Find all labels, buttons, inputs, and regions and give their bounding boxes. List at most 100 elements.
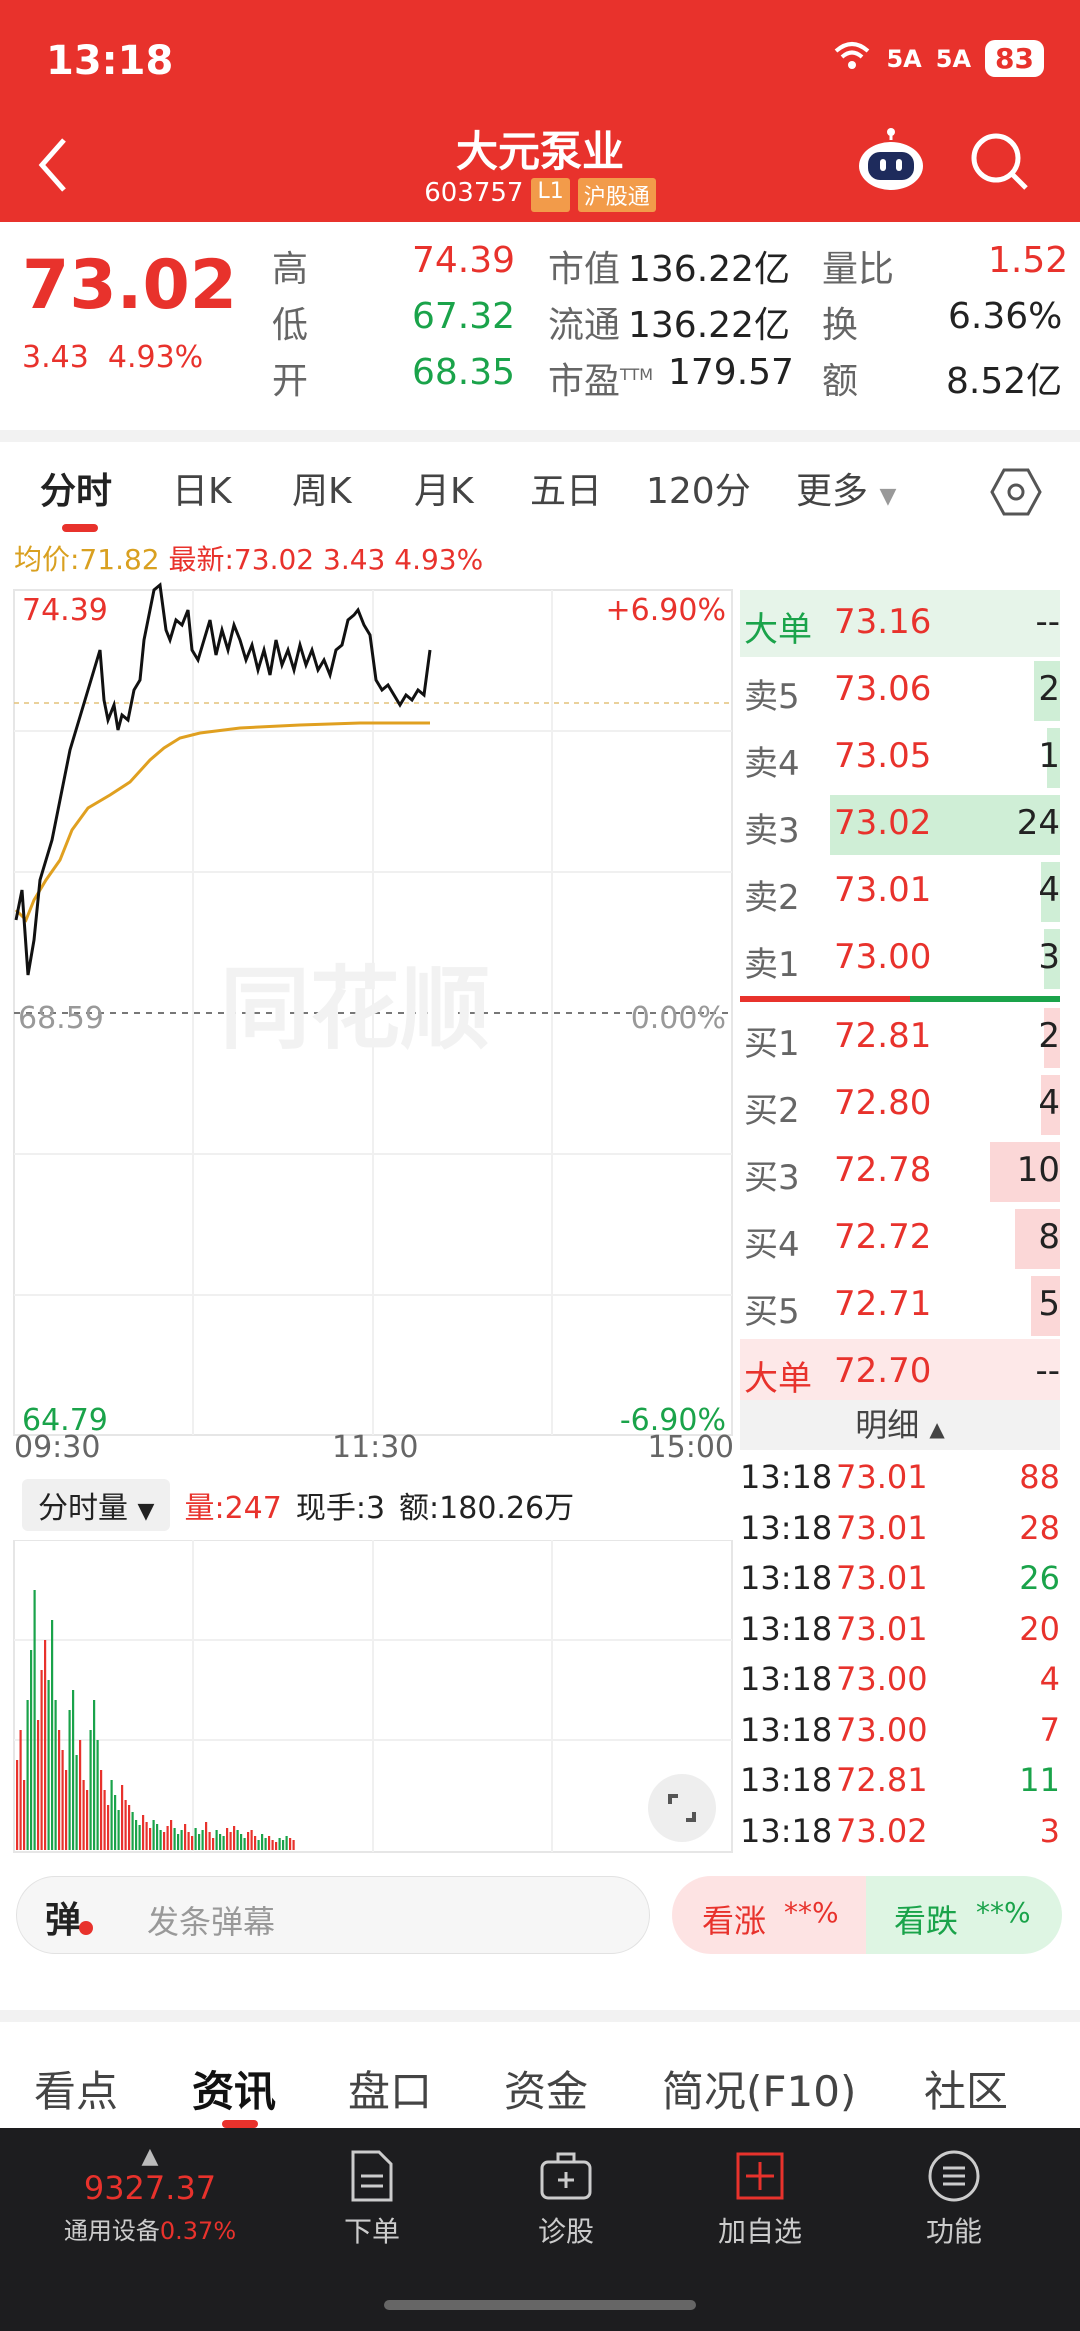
volume-chart[interactable] <box>0 1540 735 1856</box>
volume-bar <box>177 1834 180 1850</box>
pct-max-label: +6.90% <box>606 593 726 628</box>
intraday-price-chart[interactable]: 同花顺 74.39 68.59 64.79 +6.90% 0.00% -6.90… <box>0 580 735 1460</box>
sell-level-label: 卖4 <box>744 744 800 784</box>
trade-price: 73.02 <box>836 1811 928 1850</box>
volume-bar <box>264 1838 267 1850</box>
turnover-value: 6.36% <box>948 296 1063 337</box>
volume-info: 分时量 ▼ 量:247 现手:3 额:180.26万 <box>22 1479 574 1531</box>
sell-level-5[interactable]: 卖1 73.00 3 <box>740 925 1060 992</box>
sell-level-4[interactable]: 卖2 73.01 4 <box>740 858 1060 925</box>
buy-level-2[interactable]: 买2 72.80 4 <box>740 1071 1060 1138</box>
high-label: 高 <box>272 249 309 290</box>
sell-level-label: 卖5 <box>744 677 800 717</box>
big-sell-row[interactable]: 大单 73.16 -- <box>740 590 1060 657</box>
tab-highlights[interactable]: 看点 <box>34 2058 118 2119</box>
tab-more[interactable]: 更多 ▼ <box>796 462 896 514</box>
tab-daily-k[interactable]: 日K <box>172 462 232 514</box>
tab-monthly-k[interactable]: 月K <box>414 462 474 514</box>
volume-bar <box>149 1828 152 1850</box>
order-book: 大单 73.16 -- 卖5 73.06 2 卖4 73.05 1 卖3 73.02 24 卖2 7… <box>740 590 1060 1406</box>
time-mid: 11:30 <box>332 1430 419 1465</box>
buy-level-5[interactable]: 买5 72.71 5 <box>740 1272 1060 1339</box>
volume-bar <box>44 1640 47 1850</box>
functions-button[interactable]: 功能 <box>884 2148 1024 2250</box>
trade-row: 13:18 73.01 26 <box>740 1551 1060 1602</box>
tab-five-day[interactable]: 五日 <box>530 462 602 514</box>
trade-time: 13:18 <box>740 1508 833 1547</box>
bullish-button[interactable]: 看涨 **% <box>672 1876 868 1954</box>
volume-bar <box>89 1730 92 1850</box>
big-buy-row[interactable]: 大单 72.70 -- <box>740 1339 1060 1406</box>
buy-level-price: 72.78 <box>834 1150 932 1190</box>
sell-level-2[interactable]: 卖4 73.05 1 <box>740 724 1060 791</box>
sell-level-1[interactable]: 卖5 73.06 2 <box>740 657 1060 724</box>
mcap-value: 136.22亿 <box>628 249 790 290</box>
add-watchlist-button[interactable]: 加自选 <box>690 2148 830 2250</box>
sell-level-label: 卖2 <box>744 878 800 918</box>
tab-intraday[interactable]: 分时 <box>40 462 112 514</box>
volume-bar <box>289 1838 292 1850</box>
expand-chart-button[interactable] <box>648 1774 716 1842</box>
tab-community[interactable]: 社区 <box>924 2058 1008 2119</box>
float-label: 流通 <box>548 305 621 346</box>
buy-level-volume: 8 <box>1038 1217 1060 1257</box>
volume-bar <box>131 1812 134 1850</box>
bearish-button[interactable]: 看跌 **% <box>866 1876 1062 1954</box>
sector-name: 通用设备 <box>63 2217 160 2245</box>
volume-bar <box>198 1834 201 1850</box>
active-tab-indicator <box>62 524 98 532</box>
volume-bar <box>79 1740 82 1850</box>
volume-bar <box>117 1810 120 1850</box>
tab-funds[interactable]: 资金 <box>504 2058 588 2119</box>
details-header[interactable]: 明细 ▲ <box>740 1400 1060 1450</box>
sector-index[interactable]: ▲ 9327.37 通用设备0.37% <box>30 2144 270 2246</box>
document-icon <box>351 2150 393 2202</box>
trade-price: 73.01 <box>836 1508 928 1547</box>
tab-weekly-k[interactable]: 周K <box>292 462 352 514</box>
trade-row: 13:18 73.01 88 <box>740 1450 1060 1501</box>
volume-bar <box>40 1670 43 1850</box>
settings-hexagon-icon[interactable] <box>990 466 1042 518</box>
trade-time: 13:18 <box>740 1660 833 1698</box>
volume-tab-dropdown[interactable]: 分时量 ▼ <box>22 1479 171 1531</box>
order-button[interactable]: 下单 <box>302 2148 442 2250</box>
tab-news[interactable]: 资讯 <box>192 2058 276 2119</box>
trade-time: 13:18 <box>740 1458 833 1496</box>
volume-bar <box>16 1760 19 1850</box>
search-icon[interactable] <box>968 130 1032 194</box>
turnover-label: 换 <box>822 305 859 346</box>
buy-level-3[interactable]: 买3 72.78 10 <box>740 1138 1060 1205</box>
low-label: 低 <box>272 305 309 346</box>
diagnose-button[interactable]: 诊股 <box>496 2148 636 2250</box>
vr-value: 1.52 <box>988 240 1069 281</box>
volume-bar <box>107 1805 110 1850</box>
volume-bar <box>30 1650 33 1850</box>
volume-bar <box>226 1828 229 1850</box>
trade-price: 73.00 <box>836 1660 928 1698</box>
volume-bar <box>236 1830 239 1850</box>
trade-volume: 11 <box>1019 1761 1060 1799</box>
tab-120min[interactable]: 120分 <box>646 462 751 514</box>
volume-bar <box>275 1842 278 1850</box>
sell-level-label: 卖1 <box>744 945 800 985</box>
volume-bar <box>68 1710 71 1850</box>
volume-bar <box>124 1800 127 1850</box>
danmu-input[interactable]: 弹 发条弹幕 <box>16 1876 650 1954</box>
buy-level-1[interactable]: 买1 72.81 2 <box>740 1004 1060 1071</box>
battery-icon: 83 <box>985 40 1044 77</box>
buy-level-4[interactable]: 买4 72.72 8 <box>740 1205 1060 1272</box>
stock-code: 603757 <box>424 178 524 208</box>
time-axis: 09:30 11:30 15:00 <box>14 1430 734 1470</box>
volume-bar <box>159 1830 162 1850</box>
robot-assistant-icon[interactable] <box>856 128 926 194</box>
pe-label: 市盈TTM <box>548 361 654 402</box>
latest-price-label: 最新:73.02 <box>168 543 315 576</box>
tab-handicap[interactable]: 盘口 <box>348 2058 432 2119</box>
market-tag: 沪股通 <box>577 178 656 212</box>
buy-level-price: 72.72 <box>834 1217 932 1257</box>
sell-level-3[interactable]: 卖3 73.02 24 <box>740 791 1060 858</box>
price-change: 3.43 4.93% <box>22 340 203 375</box>
tab-f10[interactable]: 简况(F10) <box>662 2058 856 2119</box>
volume-bar <box>278 1838 281 1850</box>
intraday-summary: 均价:71.82 最新:73.02 3.43 4.93% <box>14 538 483 578</box>
